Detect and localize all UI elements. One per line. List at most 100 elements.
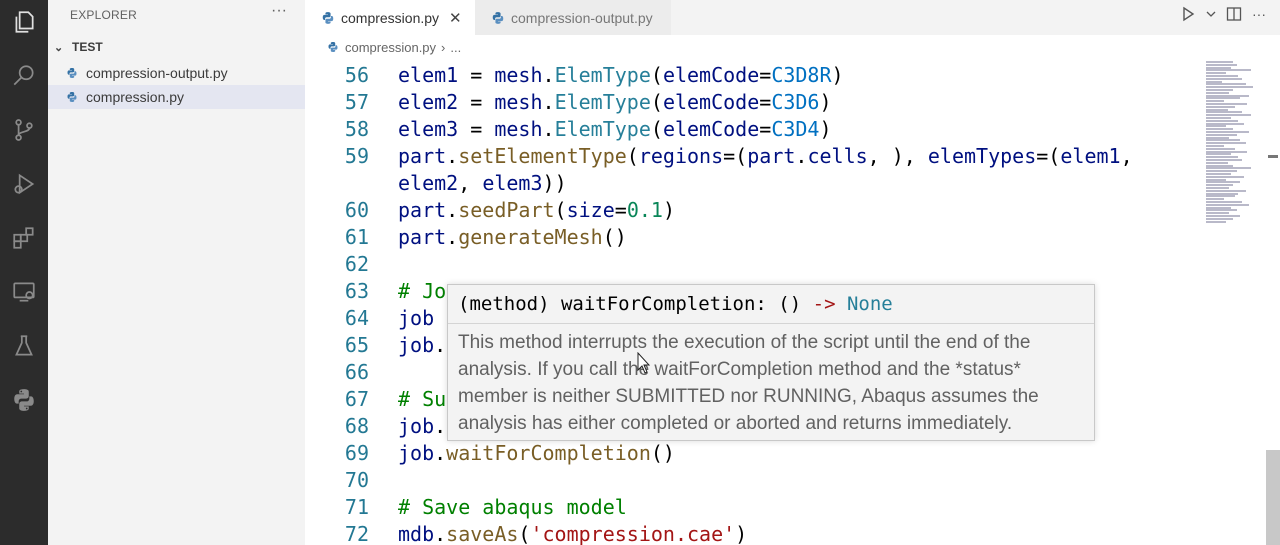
minimap-line <box>1206 156 1239 159</box>
minimap-line <box>1206 147 1235 150</box>
minimap-line <box>1206 80 1223 83</box>
chevron-down-icon: ⌄ <box>54 41 64 54</box>
python-icon[interactable] <box>6 382 42 418</box>
code-line[interactable]: 60 part.seedPart(size=0.1) <box>305 197 1200 224</box>
code-text[interactable]: mdb.saveAs('compression.cae') <box>398 521 747 545</box>
code-line[interactable]: 57 elem2 = mesh.ElemType(elemCode=C3D6) <box>305 89 1200 116</box>
minimap-line <box>1206 103 1248 105</box>
remote-explorer-icon[interactable] <box>6 274 42 310</box>
code-line[interactable]: 61 part.generateMesh() <box>305 224 1200 251</box>
minimap-line <box>1206 125 1226 128</box>
breadcrumb-symbol[interactable]: ... <box>450 40 461 55</box>
line-number: 68 <box>344 414 369 438</box>
minimap[interactable] <box>1200 59 1270 545</box>
minimap-line <box>1206 206 1232 209</box>
code-line[interactable]: 70 <box>305 467 1200 494</box>
tab-label: compression-output.py <box>511 9 653 26</box>
breadcrumb-file[interactable]: compression.py <box>345 40 436 55</box>
sig-name: waitForCompletion <box>560 293 756 315</box>
code-line[interactable]: 71 # Save abaqus model <box>305 494 1200 521</box>
code-line[interactable]: 69 job.waitForCompletion() <box>305 440 1200 467</box>
split-editor-icon[interactable] <box>1226 6 1242 22</box>
explorer-icon[interactable] <box>6 4 42 40</box>
line-number: 57 <box>344 90 369 114</box>
hover-tooltip: (method) waitForCompletion: () -> None T… <box>447 284 1095 441</box>
breadcrumb-separator: › <box>441 39 446 55</box>
minimap-line <box>1206 215 1241 217</box>
sig-arrow: -> <box>812 293 836 315</box>
minimap-line <box>1206 181 1241 184</box>
close-tab-icon[interactable]: ✕ <box>449 9 462 27</box>
hover-divider <box>448 323 1094 324</box>
chevron-down-icon[interactable] <box>1206 9 1216 19</box>
code-text[interactable]: elem2 = mesh.ElemType(elemCode=C3D6) <box>398 89 832 116</box>
minimap-line <box>1206 114 1251 117</box>
tab-compression[interactable]: compression.py ✕ <box>305 0 475 35</box>
run-debug-icon[interactable] <box>6 166 42 202</box>
code-line[interactable]: 62 <box>305 251 1200 278</box>
run-play-icon[interactable] <box>1180 6 1196 22</box>
scrollbar-thumb[interactable] <box>1266 450 1280 545</box>
minimap-line <box>1206 83 1246 86</box>
code-text[interactable]: part.generateMesh() <box>398 224 627 251</box>
minimap-line <box>1206 91 1230 94</box>
sig-params: : () <box>755 293 813 315</box>
line-number: 64 <box>344 306 369 330</box>
code-text[interactable]: # Jo <box>398 278 446 305</box>
line-number: 60 <box>344 198 369 222</box>
minimap-line <box>1206 217 1233 220</box>
source-control-icon[interactable] <box>6 112 42 148</box>
minimap-line <box>1206 198 1224 201</box>
line-number: 59 <box>344 144 369 168</box>
code-line[interactable]: 72 mdb.saveAs('compression.cae') <box>305 521 1200 545</box>
minimap-line <box>1206 161 1228 164</box>
code-text[interactable]: part.seedPart(size=0.1) <box>398 197 675 224</box>
line-number: 61 <box>344 225 369 249</box>
file-item-compression-output[interactable]: compression-output.py <box>48 61 305 85</box>
code-line[interactable]: 58 elem3 = mesh.ElemType(elemCode=C3D4) <box>305 116 1200 143</box>
minimap-line <box>1206 111 1242 114</box>
code-text[interactable]: job. <box>398 332 446 359</box>
minimap-line <box>1206 63 1237 66</box>
minimap-line <box>1206 175 1244 178</box>
testing-flask-icon[interactable] <box>6 328 42 364</box>
file-label: compression.py <box>86 89 185 105</box>
code-text[interactable]: elem3 = mesh.ElemType(elemCode=C3D4) <box>398 116 832 143</box>
minimap-line <box>1206 173 1232 175</box>
extensions-icon[interactable] <box>6 220 42 256</box>
minimap-line <box>1206 167 1251 170</box>
breadcrumb: compression.py › ... <box>305 35 1280 59</box>
minimap-line <box>1206 150 1248 153</box>
minimap-line <box>1206 86 1253 89</box>
code-text[interactable]: # Su <box>398 386 446 413</box>
code-line[interactable]: elem2, elem3)) <box>305 170 1200 197</box>
more-actions-icon[interactable]: ··· <box>1252 6 1266 22</box>
minimap-line <box>1206 117 1232 119</box>
mouse-cursor-icon <box>637 352 650 374</box>
minimap-line <box>1206 77 1242 80</box>
editor-actions: ··· <box>1180 6 1266 22</box>
code-text[interactable]: job.waitForCompletion() <box>398 440 675 467</box>
line-number: 63 <box>344 279 369 303</box>
code-text[interactable]: elem1 = mesh.ElemType(elemCode=C3D8R) <box>398 62 844 89</box>
minimap-line <box>1206 220 1226 223</box>
python-file-icon <box>67 68 77 78</box>
tab-compression-output[interactable]: compression-output.py <box>475 0 671 35</box>
tab-label: compression.py <box>341 9 440 26</box>
code-text[interactable]: # Save abaqus model <box>398 494 627 521</box>
minimap-line <box>1206 184 1233 187</box>
code-text[interactable]: job <box>398 305 434 332</box>
minimap-line <box>1206 203 1250 206</box>
hover-documentation: This method interrupts the execution of … <box>458 332 1039 434</box>
code-text[interactable]: job. <box>398 413 446 440</box>
file-item-compression[interactable]: compression.py <box>48 85 305 109</box>
folder-test[interactable]: ⌄ TEST <box>48 36 305 58</box>
code-line[interactable]: 59 part.setElementType(regions=(part.cell… <box>305 143 1200 170</box>
minimap-line <box>1206 89 1233 91</box>
code-text[interactable]: elem2, elem3)) <box>398 170 567 197</box>
line-number: 66 <box>344 360 369 384</box>
code-line[interactable]: 56 elem1 = mesh.ElemType(elemCode=C3D8R) <box>305 62 1200 89</box>
search-icon[interactable] <box>6 58 42 94</box>
more-actions-icon[interactable]: ··· <box>271 2 287 20</box>
code-text[interactable]: part.setElementType(regions=(part.cells,… <box>398 143 1133 170</box>
